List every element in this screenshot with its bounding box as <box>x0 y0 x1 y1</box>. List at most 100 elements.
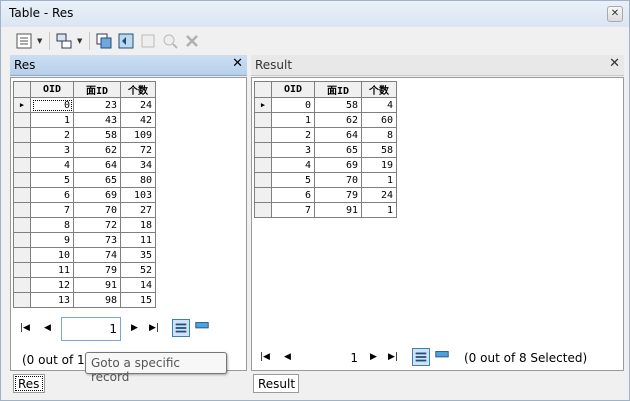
area-id-cell[interactable]: 79 <box>73 262 121 278</box>
table-row[interactable]: 2 58 109 <box>13 127 156 143</box>
row-selector[interactable] <box>13 172 31 188</box>
count-cell[interactable]: 52 <box>120 262 156 278</box>
count-cell[interactable]: 11 <box>120 232 156 248</box>
table-row[interactable]: 7 91 1 <box>254 202 397 218</box>
corner-cell[interactable] <box>13 81 31 98</box>
switch-selection-icon[interactable] <box>117 32 135 50</box>
table-row[interactable]: 6 79 24 <box>254 187 397 203</box>
row-selector[interactable] <box>254 142 272 158</box>
table-row[interactable]: 1 62 60 <box>254 112 397 128</box>
area-id-cell[interactable]: 43 <box>73 112 121 128</box>
count-cell[interactable]: 24 <box>361 187 397 203</box>
row-selector[interactable] <box>254 112 272 128</box>
oid-cell[interactable]: 5 <box>30 172 74 188</box>
table-row[interactable]: ▶ 0 23 24 <box>13 97 156 113</box>
column-header-count[interactable]: 个数 <box>120 81 156 98</box>
related-tables-icon[interactable] <box>55 32 73 50</box>
table-row[interactable]: 5 70 1 <box>254 172 397 188</box>
tab-res[interactable]: Res <box>13 374 45 393</box>
column-header-area-id[interactable]: 面ID <box>314 81 362 98</box>
table-row[interactable]: 2 64 8 <box>254 127 397 143</box>
count-cell[interactable]: 109 <box>120 127 156 143</box>
count-cell[interactable]: 1 <box>361 172 397 188</box>
area-id-cell[interactable]: 58 <box>314 97 362 113</box>
tab-result[interactable]: Result <box>253 374 299 393</box>
row-selector[interactable] <box>13 292 31 308</box>
oid-cell[interactable]: 10 <box>30 247 74 263</box>
count-cell[interactable]: 19 <box>361 157 397 173</box>
count-cell[interactable]: 4 <box>361 97 397 113</box>
row-selector[interactable] <box>254 157 272 173</box>
count-cell[interactable]: 24 <box>120 97 156 113</box>
oid-cell[interactable]: 13 <box>30 292 74 308</box>
area-id-cell[interactable]: 69 <box>314 157 362 173</box>
area-id-cell[interactable]: 74 <box>73 247 121 263</box>
count-cell[interactable]: 72 <box>120 142 156 158</box>
table-row[interactable]: 7 70 27 <box>13 202 156 218</box>
area-id-cell[interactable]: 72 <box>73 217 121 233</box>
area-id-cell[interactable]: 58 <box>73 127 121 143</box>
show-all-records-icon[interactable] <box>172 319 190 337</box>
table-row[interactable]: 3 62 72 <box>13 142 156 158</box>
area-id-cell[interactable]: 64 <box>73 157 121 173</box>
row-selector[interactable] <box>254 202 272 218</box>
count-cell[interactable]: 1 <box>361 202 397 218</box>
current-row-indicator[interactable]: ▶ <box>254 97 272 113</box>
table-row[interactable]: ▶ 0 58 4 <box>254 97 397 113</box>
column-header-oid[interactable]: OID <box>30 81 74 98</box>
area-id-cell[interactable]: 91 <box>314 202 362 218</box>
oid-cell[interactable]: 9 <box>30 232 74 248</box>
area-id-cell[interactable]: 98 <box>73 292 121 308</box>
row-selector[interactable] <box>254 172 272 188</box>
oid-cell[interactable]: 2 <box>30 127 74 143</box>
row-selector[interactable] <box>13 187 31 203</box>
column-header-count[interactable]: 个数 <box>361 81 397 98</box>
oid-cell[interactable]: 4 <box>271 157 315 173</box>
last-record-icon[interactable]: ▶| <box>388 352 398 362</box>
table-options-dropdown-icon[interactable]: ▼ <box>37 37 42 45</box>
area-id-cell[interactable]: 70 <box>314 172 362 188</box>
next-record-icon[interactable]: ▶ <box>131 323 138 333</box>
row-selector[interactable] <box>13 262 31 278</box>
area-id-cell[interactable]: 73 <box>73 232 121 248</box>
oid-cell[interactable]: 11 <box>30 262 74 278</box>
oid-cell[interactable]: 6 <box>30 187 74 203</box>
area-id-cell[interactable]: 64 <box>314 127 362 143</box>
count-cell[interactable]: 27 <box>120 202 156 218</box>
count-cell[interactable]: 42 <box>120 112 156 128</box>
area-id-cell[interactable]: 65 <box>73 172 121 188</box>
table-row[interactable]: 12 91 14 <box>13 277 156 293</box>
last-record-icon[interactable]: ▶| <box>149 323 159 333</box>
area-id-cell[interactable]: 70 <box>73 202 121 218</box>
table-options-icon[interactable] <box>15 32 33 50</box>
oid-cell[interactable]: 12 <box>30 277 74 293</box>
oid-cell[interactable]: 1 <box>30 112 74 128</box>
table-row[interactable]: 4 69 19 <box>254 157 397 173</box>
window-close-button[interactable]: ✕ <box>607 6 623 22</box>
table-row[interactable]: 4 64 34 <box>13 157 156 173</box>
area-id-cell[interactable]: 62 <box>73 142 121 158</box>
count-cell[interactable]: 18 <box>120 217 156 233</box>
count-cell[interactable]: 60 <box>361 112 397 128</box>
table-row[interactable]: 3 65 58 <box>254 142 397 158</box>
record-number-input[interactable]: 1 <box>300 346 362 370</box>
table-row[interactable]: 9 73 11 <box>13 232 156 248</box>
table-row[interactable]: 13 98 15 <box>13 292 156 308</box>
corner-cell[interactable] <box>254 81 272 98</box>
related-tables-dropdown-icon[interactable]: ▼ <box>77 37 82 45</box>
area-id-cell[interactable]: 65 <box>314 142 362 158</box>
area-id-cell[interactable]: 79 <box>314 187 362 203</box>
row-selector[interactable] <box>13 157 31 173</box>
first-record-icon[interactable]: |◀ <box>20 323 30 333</box>
show-selected-records-icon[interactable] <box>194 319 212 337</box>
oid-cell[interactable]: 7 <box>30 202 74 218</box>
oid-cell[interactable]: 6 <box>271 187 315 203</box>
row-selector[interactable] <box>13 202 31 218</box>
oid-cell[interactable]: 5 <box>271 172 315 188</box>
result-pane-close-icon[interactable]: ✕ <box>609 56 620 71</box>
oid-cell[interactable]: 1 <box>271 112 315 128</box>
res-pane-close-icon[interactable]: ✕ <box>232 56 243 71</box>
oid-cell[interactable]: 3 <box>271 142 315 158</box>
select-by-attributes-icon[interactable] <box>95 32 113 50</box>
area-id-cell[interactable]: 69 <box>73 187 121 203</box>
